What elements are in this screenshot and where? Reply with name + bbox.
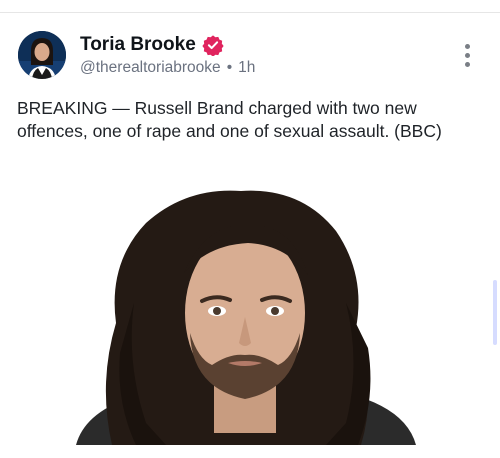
avatar-image [18,31,66,79]
more-options-icon[interactable] [459,44,475,70]
scrollbar-thumb[interactable] [493,280,497,345]
meta-separator: • [226,59,233,76]
author-name[interactable]: Toria Brooke [80,34,196,56]
post-image[interactable] [16,183,480,445]
author-handle[interactable]: @therealtoriabrooke [80,59,221,77]
post-time[interactable]: 1h [238,59,255,77]
author-name-row: Toria Brooke [80,34,224,56]
post-text: BREAKING — Russell Brand charged with tw… [17,98,442,141]
top-divider [0,12,500,13]
portrait-photo [16,183,480,445]
bottom-spacer [0,445,500,458]
post-meta: @therealtoriabrooke • 1h [80,59,255,77]
author-avatar[interactable] [18,31,66,79]
verified-badge-icon [202,35,224,56]
